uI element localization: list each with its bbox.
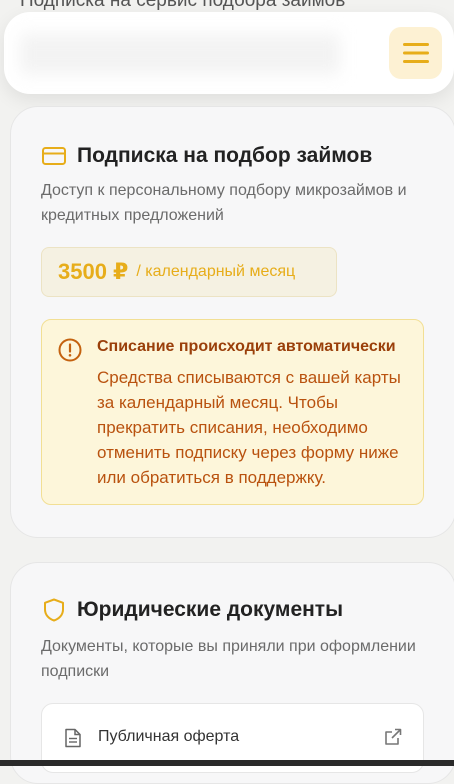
- subscription-title: Подписка на подбор займов: [77, 144, 373, 167]
- subscription-description: Доступ к персональному подбору микрозайм…: [41, 182, 407, 224]
- subscription-card-header: Подписка на подбор займов: [41, 143, 372, 169]
- blurred-header-content: [20, 34, 340, 74]
- price-badge: 3500 ₽ / календарный месяц: [41, 247, 337, 297]
- documents-title: Юридические документы: [77, 598, 344, 621]
- documents-card-header: Юридические документы: [41, 597, 343, 623]
- price-amount: 3500 ₽: [58, 259, 129, 284]
- documents-card: Юридические документы Документы, которые…: [10, 562, 454, 784]
- document-icon: [65, 728, 81, 748]
- credit-card-icon: [41, 143, 67, 169]
- subscription-card: Подписка на подбор займов Доступ к персо…: [10, 106, 454, 538]
- bottom-edge-bar: [0, 760, 454, 766]
- shield-icon: [41, 597, 67, 623]
- price-period: / календарный месяц: [136, 263, 296, 280]
- menu-button[interactable]: [389, 27, 442, 79]
- document-label: Публичная оферта: [98, 728, 240, 745]
- auto-charge-warning: Списание происходит автоматически Средст…: [41, 319, 424, 505]
- hamburger-menu-icon: [402, 43, 429, 63]
- top-header: [4, 12, 454, 94]
- warning-title: Списание происходит автоматически: [97, 338, 396, 355]
- documents-description: Документы, которые вы приняли при оформл…: [41, 638, 416, 680]
- warning-text: Средства списываются с вашей карты за ка…: [97, 368, 401, 487]
- external-link-icon[interactable]: [383, 727, 403, 747]
- background-page-title: Подписка на сервис подбора займов: [20, 0, 346, 11]
- alert-circle-icon: [58, 338, 82, 362]
